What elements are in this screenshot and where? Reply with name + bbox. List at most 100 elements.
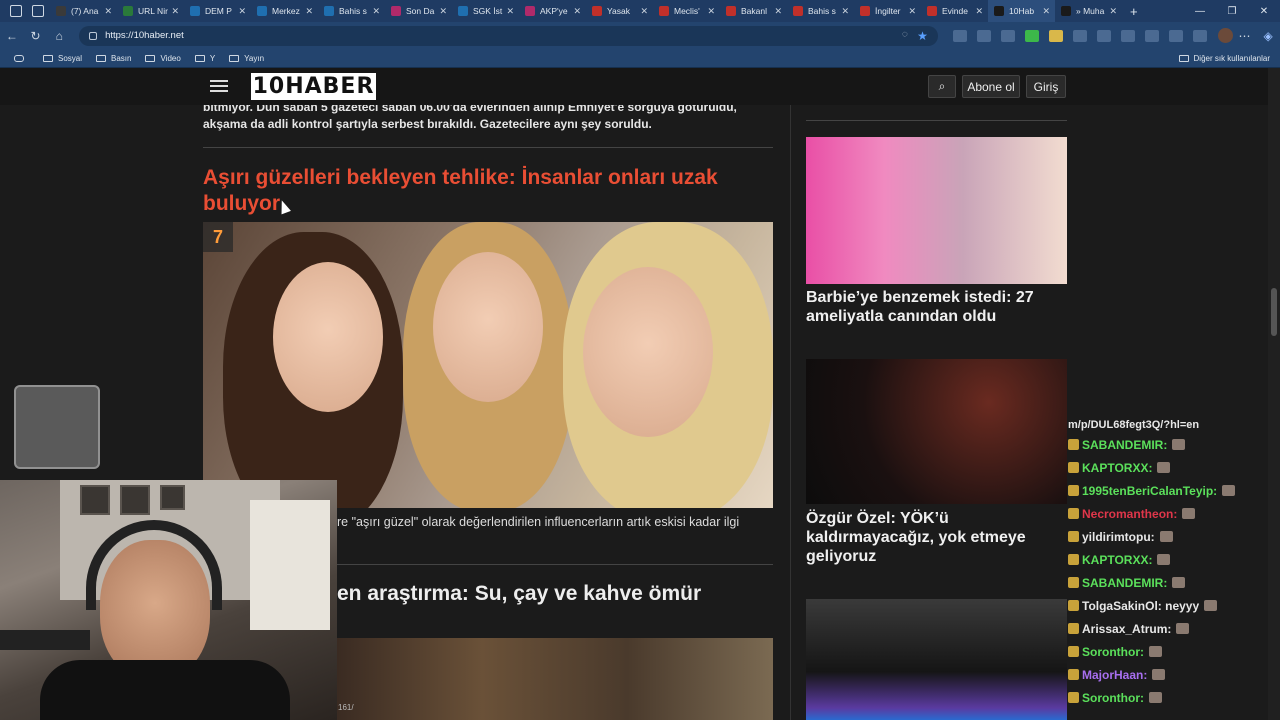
article2-image[interactable] (337, 638, 773, 720)
reader-icon[interactable]: ◌ (902, 29, 908, 40)
tab-favicon-icon (659, 6, 669, 16)
bookmark-folder-sosyal[interactable]: Sosyal (43, 54, 82, 63)
tab-close-icon[interactable]: ✕ (372, 6, 380, 17)
browser-tab[interactable]: (7) Ana ✕ (50, 0, 117, 22)
sidebar-article2-title[interactable]: Özgür Özel: YÖK’ü kaldırmayacağız, yok e… (806, 509, 1067, 566)
bookmark-folder-y[interactable]: Y (194, 54, 215, 63)
restore-icon[interactable]: ❐ (1216, 6, 1248, 17)
site-header: 10HABER ⌕ Abone ol Giriş (0, 68, 1280, 105)
tab-close-icon[interactable]: ✕ (305, 6, 313, 17)
more-menu-icon[interactable]: ⋯ (1233, 29, 1257, 43)
sidebar-article1-image[interactable] (806, 137, 1067, 284)
close-window-icon[interactable]: ✕ (1248, 6, 1280, 17)
tab-close-icon[interactable]: ✕ (104, 6, 112, 17)
chat-emote-icon (1172, 577, 1186, 588)
sidebar-article1-title[interactable]: Barbie’ye benzemek istedi: 27 ameliyatla… (806, 288, 1067, 326)
bookmark-folder-basin[interactable]: Basın (96, 54, 131, 63)
bookmark-folder-video[interactable]: Video (145, 54, 181, 63)
extensions (948, 29, 1212, 42)
browser-essentials-icon[interactable] (1144, 29, 1159, 42)
chat-badge-icon (1068, 462, 1079, 473)
sidebar-article2-image[interactable] (806, 359, 1067, 504)
browser-tab[interactable]: Meclis' ✕ (653, 0, 720, 22)
article2-title[interactable]: en araştırma: Su, çay ve kahve ömür (337, 582, 701, 606)
hamburger-menu-icon[interactable] (210, 80, 228, 93)
browser-tab[interactable]: Evinde ✕ (921, 0, 988, 22)
search-button[interactable]: ⌕ (928, 75, 956, 98)
browser-tab[interactable]: URL Nir ✕ (117, 0, 184, 22)
extension-icon[interactable] (976, 29, 991, 42)
browser-tab[interactable]: Merkez ✕ (251, 0, 318, 22)
extensions-menu-icon[interactable] (1192, 29, 1207, 42)
tab-close-icon[interactable]: ✕ (171, 6, 179, 17)
extension-icon[interactable] (1048, 29, 1063, 42)
extension-icon[interactable] (1000, 29, 1015, 42)
url-text: https://10haber.net (105, 30, 184, 41)
tab-label: Bakanl (741, 6, 767, 16)
browser-tab[interactable]: Bahis s ✕ (787, 0, 854, 22)
new-tab-icon[interactable]: + (1130, 4, 1138, 19)
back-icon[interactable]: ← (0, 29, 24, 43)
chat-username: SABANDEMIR: (1082, 575, 1168, 590)
browser-tab[interactable]: 10Hab ✕ (988, 0, 1055, 22)
site-logo[interactable]: 10HABER (251, 73, 376, 100)
tab-close-icon[interactable]: ✕ (573, 6, 581, 17)
browser-tab[interactable]: Son Da ✕ (385, 0, 452, 22)
lock-icon[interactable] (89, 31, 98, 40)
split-screen-icon[interactable] (1096, 29, 1111, 42)
bookmark-app-icon[interactable] (14, 54, 29, 62)
home-icon[interactable]: ⌂ (47, 29, 71, 43)
tab-close-icon[interactable]: ✕ (774, 6, 782, 17)
tab-close-icon[interactable]: ✕ (707, 6, 715, 17)
face-left (273, 262, 383, 412)
chat-badge-icon (1068, 508, 1079, 519)
other-favorites[interactable]: Diğer sık kullanılanlar (1178, 54, 1270, 63)
minimize-icon[interactable]: — (1184, 6, 1216, 17)
browser-tab[interactable]: İngilter ✕ (854, 0, 921, 22)
browser-tab[interactable]: Bahis s ✕ (318, 0, 385, 22)
extension-icon[interactable] (1072, 29, 1087, 42)
login-button[interactable]: Giriş (1026, 75, 1066, 98)
browser-tab[interactable]: Bakanl ✕ (720, 0, 787, 22)
tab-close-icon[interactable]: ✕ (1042, 6, 1050, 17)
collections-icon[interactable] (1168, 29, 1183, 42)
face-right (583, 267, 713, 437)
url-field[interactable]: https://10haber.net ◌ ★ (79, 25, 938, 46)
extension-icon[interactable] (952, 29, 967, 42)
tab-close-icon[interactable]: ✕ (908, 6, 916, 17)
tab-actions-icon[interactable] (32, 5, 44, 17)
reload-icon[interactable]: ↻ (24, 29, 48, 43)
tab-close-icon[interactable]: ✕ (439, 6, 447, 17)
tab-close-icon[interactable]: ✕ (506, 6, 514, 17)
tab-label: AKP'ye (540, 6, 568, 16)
extension-icon[interactable] (1024, 29, 1039, 42)
browser-tab[interactable]: » Muha ✕ (1055, 0, 1122, 22)
chat-message: Soronthor: (1068, 686, 1280, 709)
tab-close-icon[interactable]: ✕ (1109, 6, 1117, 17)
scrollbar-thumb[interactable] (1271, 288, 1277, 336)
sidebar-article3-image[interactable] (806, 599, 1067, 720)
tab-close-icon[interactable]: ✕ (640, 6, 648, 17)
chat-badge-icon (1068, 646, 1079, 657)
scrollbar[interactable] (1268, 68, 1280, 720)
copilot-icon[interactable]: ◈ (1256, 29, 1280, 43)
folder-icon (43, 54, 53, 62)
browser-tab[interactable]: SGK İst ✕ (452, 0, 519, 22)
tab-favicon-icon (592, 6, 602, 16)
tab-close-icon[interactable]: ✕ (975, 6, 983, 17)
browser-tab[interactable]: AKP'ye ✕ (519, 0, 586, 22)
bookmark-folder-yayin[interactable]: Yayın (229, 54, 264, 63)
profile-avatar[interactable] (1217, 28, 1233, 43)
bookmarks-bar: Sosyal Basın Video Y Yayın Diğer sık kul… (0, 49, 1280, 68)
browser-tab[interactable]: DEM P ✕ (184, 0, 251, 22)
favorite-star-icon[interactable]: ★ (917, 29, 928, 43)
subscribe-button[interactable]: Abone ol (962, 75, 1020, 98)
tab-close-icon[interactable]: ✕ (238, 6, 246, 17)
tab-close-icon[interactable]: ✕ (841, 6, 849, 17)
favorites-icon[interactable] (1120, 29, 1135, 42)
face-center (433, 252, 543, 402)
workspaces-icon[interactable] (10, 5, 22, 17)
browser-tab[interactable]: Yasak ✕ (586, 0, 653, 22)
article-image[interactable]: 7 (203, 222, 773, 508)
chat-message: SABANDEMIR: (1068, 433, 1280, 456)
